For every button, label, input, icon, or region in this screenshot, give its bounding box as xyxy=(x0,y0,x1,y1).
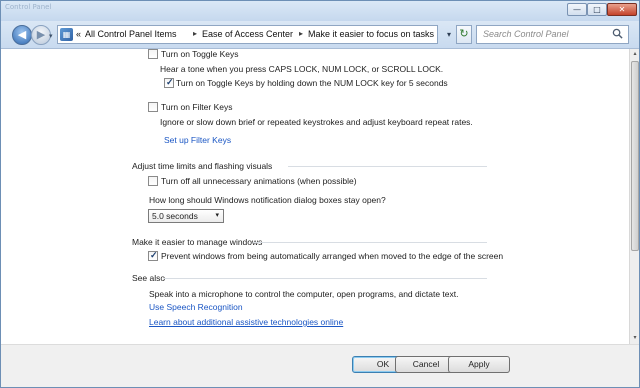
refresh-icon[interactable]: ↻ xyxy=(456,25,472,44)
breadcrumb-prefix[interactable]: « xyxy=(76,29,81,39)
dialog-footer: OK Cancel Apply xyxy=(1,344,639,387)
prevent-arrange-label: Prevent windows from being automatically… xyxy=(161,251,504,261)
set-up-filter-keys-link[interactable]: Set up Filter Keys xyxy=(164,135,231,145)
animations-checkbox[interactable] xyxy=(148,176,158,186)
dialog-duration-value: 5.0 seconds xyxy=(152,211,198,221)
filter-keys-checkbox[interactable] xyxy=(148,102,158,112)
breadcrumb-separator-icon[interactable]: ▸ xyxy=(193,29,197,38)
control-panel-icon: ▦ xyxy=(60,28,73,41)
forward-button[interactable]: ▶ xyxy=(31,25,51,45)
chevron-down-icon: ▾ xyxy=(215,212,219,219)
search-placeholder: Search Control Panel xyxy=(483,29,569,39)
filter-keys-label: Turn on Filter Keys xyxy=(161,102,233,112)
toggle-keys-checkbox[interactable] xyxy=(148,49,158,59)
search-icon[interactable] xyxy=(612,28,623,39)
time-limits-heading: Adjust time limits and flashing visuals xyxy=(132,161,273,171)
manage-windows-heading: Make it easier to manage windows xyxy=(132,237,263,247)
apply-button[interactable]: Apply xyxy=(448,356,510,373)
checkmark-icon: ✓ xyxy=(150,250,158,260)
address-dropdown-icon[interactable]: ▾ xyxy=(443,27,455,43)
toggle-keys-description: Hear a tone when you press CAPS LOCK, NU… xyxy=(160,64,444,74)
section-divider xyxy=(253,242,487,243)
speech-recognition-link[interactable]: Use Speech Recognition xyxy=(149,302,243,312)
section-divider xyxy=(164,278,487,279)
section-divider xyxy=(288,166,487,167)
title-bar: Control Panel — □ ✕ xyxy=(1,1,639,21)
scroll-down-icon[interactable]: ▾ xyxy=(631,334,639,343)
assistive-technologies-link[interactable]: Learn about additional assistive technol… xyxy=(149,317,343,327)
search-box[interactable]: Search Control Panel xyxy=(476,25,629,44)
speech-recognition-description: Speak into a microphone to control the c… xyxy=(149,289,459,299)
back-button[interactable]: ◀ xyxy=(12,25,32,45)
minimize-button[interactable]: — xyxy=(567,3,587,16)
settings-content: Turn on Toggle Keys Hear a tone when you… xyxy=(1,49,629,344)
control-panel-window: Control Panel — □ ✕ ◀ ▶ ▾ ▦ « All Contro… xyxy=(0,0,640,388)
breadcrumb-ease-of-access-center[interactable]: Ease of Access Center xyxy=(202,29,293,39)
recent-pages-dropdown-icon[interactable]: ▾ xyxy=(49,32,53,40)
toggle-keys-numlock-label: Turn on Toggle Keys by holding down the … xyxy=(176,78,448,88)
prevent-arrange-checkbox[interactable]: ✓ xyxy=(148,250,158,261)
breadcrumb-current-page[interactable]: Make it easier to focus on tasks xyxy=(308,29,434,39)
toggle-keys-numlock-checkbox[interactable]: ✓ xyxy=(164,77,174,88)
scroll-up-icon[interactable]: ▴ xyxy=(631,50,639,59)
maximize-button[interactable]: □ xyxy=(587,3,607,16)
breadcrumb-separator-icon[interactable]: ▸ xyxy=(299,29,303,38)
close-button[interactable]: ✕ xyxy=(607,3,637,16)
scrollbar-thumb[interactable] xyxy=(631,61,639,251)
breadcrumb-all-control-panel-items[interactable]: All Control Panel Items xyxy=(85,29,177,39)
see-also-heading: See also xyxy=(132,273,166,283)
vertical-scrollbar[interactable]: ▴ ▾ xyxy=(629,49,639,344)
dialog-duration-question: How long should Windows notification dia… xyxy=(149,195,386,205)
filter-keys-description: Ignore or slow down brief or repeated ke… xyxy=(160,117,473,127)
dialog-duration-select[interactable]: 5.0 seconds ▾ xyxy=(148,209,224,223)
address-bar[interactable]: ▦ « All Control Panel Items ▸ Ease of Ac… xyxy=(57,25,438,44)
window-title: Control Panel xyxy=(5,3,52,11)
navigation-bar: ◀ ▶ ▾ ▦ « All Control Panel Items ▸ Ease… xyxy=(1,21,639,49)
toggle-keys-label: Turn on Toggle Keys xyxy=(161,49,239,59)
animations-label: Turn off all unnecessary animations (whe… xyxy=(161,176,357,186)
checkmark-icon: ✓ xyxy=(166,77,174,87)
